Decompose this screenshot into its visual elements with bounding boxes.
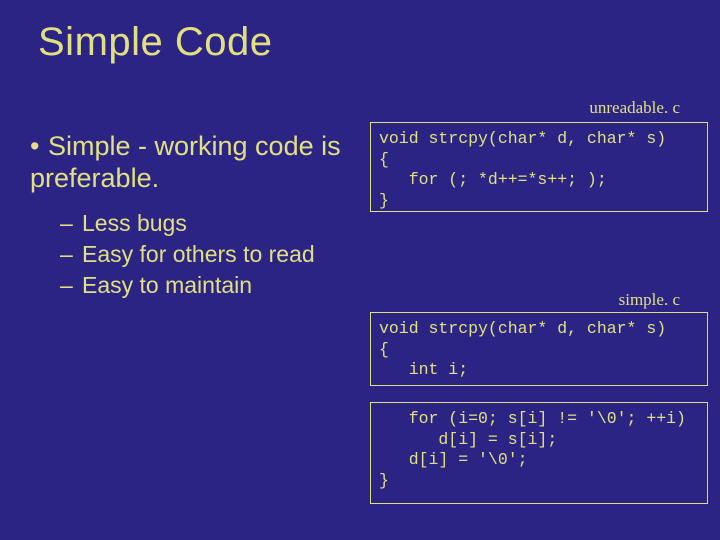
bullet-text: Simple - working code is preferable.	[30, 131, 341, 193]
dash-icon: –	[60, 270, 82, 301]
sub-bullet-item: – Less bugs	[60, 208, 315, 239]
code-block-unreadable: void strcpy(char* d, char* s) { for (; *…	[370, 122, 708, 212]
code-block-simple-head: void strcpy(char* d, char* s) { int i;	[370, 312, 708, 386]
sub-bullet-list: – Less bugs – Easy for others to read – …	[60, 208, 315, 301]
sub-bullet-text: Easy to maintain	[82, 270, 252, 301]
slide: Simple Code •Simple - working code is pr…	[0, 0, 720, 540]
code-label-simple: simple. c	[619, 290, 680, 310]
sub-bullet-text: Less bugs	[82, 208, 187, 239]
slide-title: Simple Code	[38, 20, 273, 65]
code-label-unreadable: unreadable. c	[589, 98, 680, 118]
dash-icon: –	[60, 239, 82, 270]
dash-icon: –	[60, 208, 82, 239]
bullet-marker: •	[30, 130, 48, 162]
code-block-simple-body: for (i=0; s[i] != '\0'; ++i) d[i] = s[i]…	[370, 402, 708, 504]
sub-bullet-text: Easy for others to read	[82, 239, 315, 270]
sub-bullet-item: – Easy to maintain	[60, 270, 315, 301]
sub-bullet-item: – Easy for others to read	[60, 239, 315, 270]
bullet-main: •Simple - working code is preferable.	[30, 130, 370, 195]
